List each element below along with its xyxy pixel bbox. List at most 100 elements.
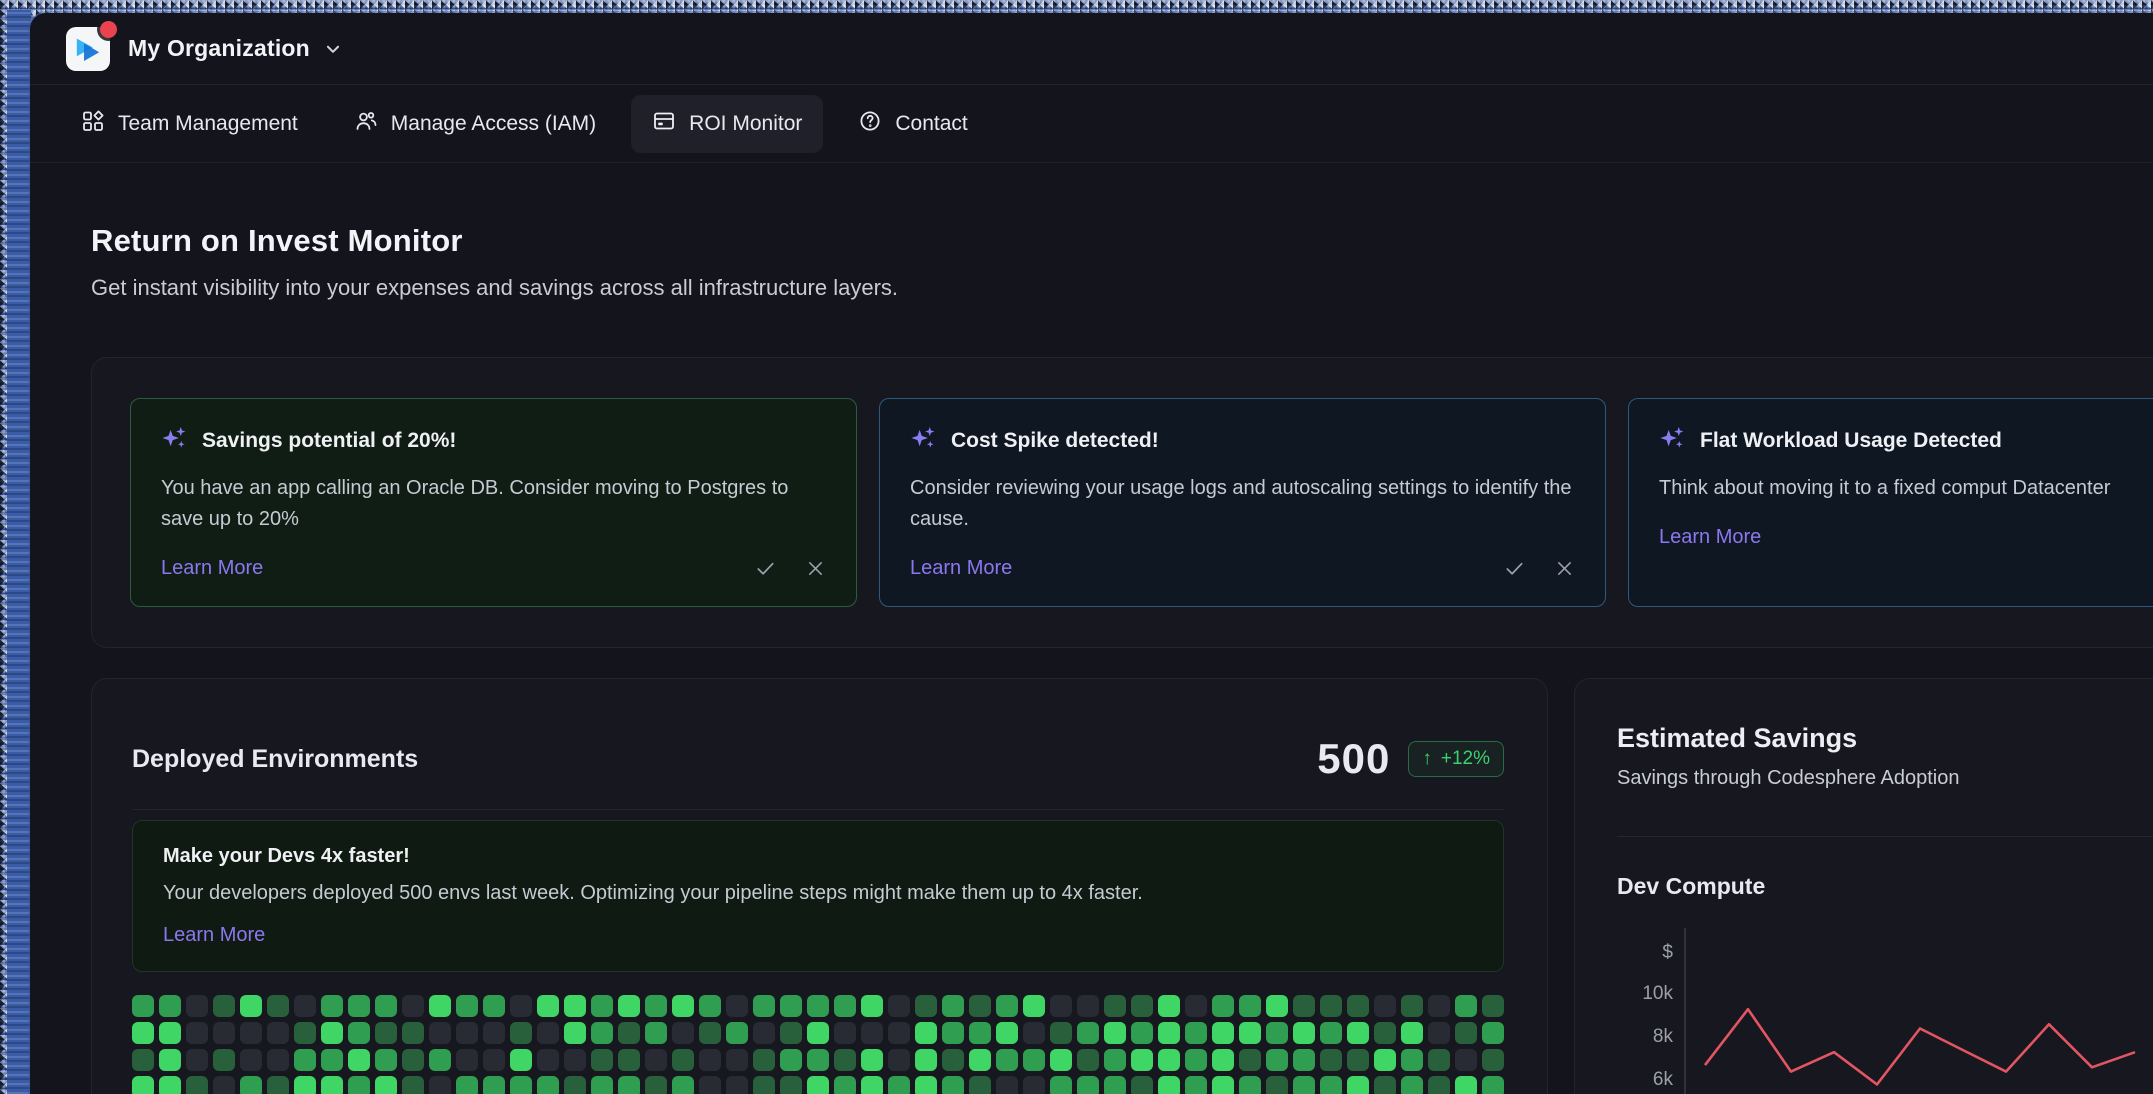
estimated-savings-title: Estimated Savings (1617, 723, 2153, 754)
heatmap-cell (375, 1049, 397, 1071)
heatmap-cell (672, 1022, 694, 1044)
heatmap-cell (1050, 1076, 1072, 1094)
heatmap-cell (807, 1076, 829, 1094)
deployments-heatmap (132, 995, 1504, 1094)
deployed-environments-panel: Deployed Environments 500 ↑ +12% Make yo… (91, 678, 1548, 1094)
heatmap-cell (969, 995, 991, 1017)
heatmap-cell (942, 995, 964, 1017)
insight-card: Savings potential of 20%! You have an ap… (130, 398, 857, 607)
heatmap-cell (1455, 995, 1477, 1017)
heatmap-cell (240, 1076, 262, 1094)
heatmap-cell (510, 1049, 532, 1071)
heatmap-cell (645, 1076, 667, 1094)
heatmap-cell (348, 995, 370, 1017)
heatmap-cell (402, 1076, 424, 1094)
heatmap-cell (1131, 1022, 1153, 1044)
heatmap-cell (1104, 995, 1126, 1017)
learn-more-link[interactable]: Learn More (910, 557, 1012, 580)
heatmap-cell (240, 1022, 262, 1044)
heatmap-cell (564, 1022, 586, 1044)
tab-contact[interactable]: Contact (837, 95, 988, 153)
heatmap-cell (1428, 1049, 1450, 1071)
devs-faster-card: Make your Devs 4x faster! Your developer… (132, 820, 1504, 972)
divider (132, 809, 1504, 810)
accept-check-icon[interactable] (1503, 557, 1526, 580)
heatmap-cell (1185, 1022, 1207, 1044)
heatmap-cell (1266, 1076, 1288, 1094)
heatmap-cell (672, 1076, 694, 1094)
dismiss-x-icon[interactable] (805, 558, 826, 579)
heatmap-cell (915, 1049, 937, 1071)
svg-text:$: $ (1662, 942, 1673, 963)
estimated-savings-subtitle: Savings through Codesphere Adoption (1617, 767, 2153, 790)
heatmap-cell (1266, 1049, 1288, 1071)
heatmap-cell (942, 1022, 964, 1044)
heatmap-cell (132, 1049, 154, 1071)
dismiss-x-icon[interactable] (1554, 558, 1575, 579)
heatmap-cell (753, 1022, 775, 1044)
heatmap-cell (213, 1049, 235, 1071)
heatmap-cell (1158, 1049, 1180, 1071)
accept-check-icon[interactable] (754, 557, 777, 580)
heatmap-cell (132, 1022, 154, 1044)
heatmap-cell (1428, 1022, 1450, 1044)
heatmap-cell (321, 1049, 343, 1071)
heatmap-cell (1374, 995, 1396, 1017)
insight-card-title: Savings potential of 20%! (202, 429, 456, 453)
heatmap-cell (591, 995, 613, 1017)
heatmap-cell (537, 1049, 559, 1071)
heatmap-cell (1158, 1022, 1180, 1044)
heatmap-cell (1401, 1022, 1423, 1044)
heatmap-cell (1077, 1076, 1099, 1094)
heatmap-cell (1455, 1022, 1477, 1044)
heatmap-cell (510, 1076, 532, 1094)
heatmap-cell (1320, 1049, 1342, 1071)
users-icon (354, 109, 378, 139)
heatmap-cell (1212, 1076, 1234, 1094)
learn-more-link[interactable]: Learn More (1659, 526, 1761, 549)
heatmap-cell (1239, 1076, 1261, 1094)
heatmap-cell (1347, 995, 1369, 1017)
main-nav: Team Management Manage Access (IAM) (30, 85, 2153, 163)
heatmap-cell (1077, 1022, 1099, 1044)
estimated-savings-panel: Estimated Savings Savings through Codesp… (1574, 678, 2153, 1094)
divider (1617, 836, 2153, 837)
chevron-down-icon[interactable] (324, 40, 342, 58)
heatmap-cell (753, 995, 775, 1017)
heatmap-cell (807, 995, 829, 1017)
org-logo[interactable] (66, 27, 110, 71)
heatmap-cell (1212, 1049, 1234, 1071)
heatmap-cell (1428, 995, 1450, 1017)
heatmap-cell (510, 1022, 532, 1044)
heatmap-cell (780, 1076, 802, 1094)
heatmap-cell (1023, 1076, 1045, 1094)
heatmap-cell (1023, 1049, 1045, 1071)
heatmap-cell (699, 1076, 721, 1094)
heatmap-cell (429, 995, 451, 1017)
heatmap-cell (294, 1076, 316, 1094)
heatmap-cell (1320, 995, 1342, 1017)
tab-manage-access[interactable]: Manage Access (IAM) (333, 95, 617, 153)
heatmap-cell (1374, 1076, 1396, 1094)
heatmap-cell (1482, 1022, 1504, 1044)
heatmap-cell (132, 1076, 154, 1094)
heatmap-cell (807, 1049, 829, 1071)
tab-label: Team Management (118, 112, 298, 136)
heatmap-cell (1023, 1022, 1045, 1044)
learn-more-link[interactable]: Learn More (163, 924, 265, 947)
heatmap-cell (780, 1022, 802, 1044)
heatmap-cell (1401, 1049, 1423, 1071)
heatmap-cell (564, 995, 586, 1017)
heatmap-cell (429, 1049, 451, 1071)
learn-more-link[interactable]: Learn More (161, 557, 263, 580)
heatmap-cell (1158, 1076, 1180, 1094)
tab-team-management[interactable]: Team Management (60, 95, 319, 153)
heatmap-cell (1050, 1022, 1072, 1044)
app-window: My Organization Team Management (30, 13, 2153, 1094)
heatmap-cell (186, 1076, 208, 1094)
tab-roi-monitor[interactable]: ROI Monitor (631, 95, 823, 153)
heatmap-cell (294, 1049, 316, 1071)
heatmap-cell (1185, 1049, 1207, 1071)
heatmap-cell (429, 1076, 451, 1094)
heatmap-cell (1131, 995, 1153, 1017)
